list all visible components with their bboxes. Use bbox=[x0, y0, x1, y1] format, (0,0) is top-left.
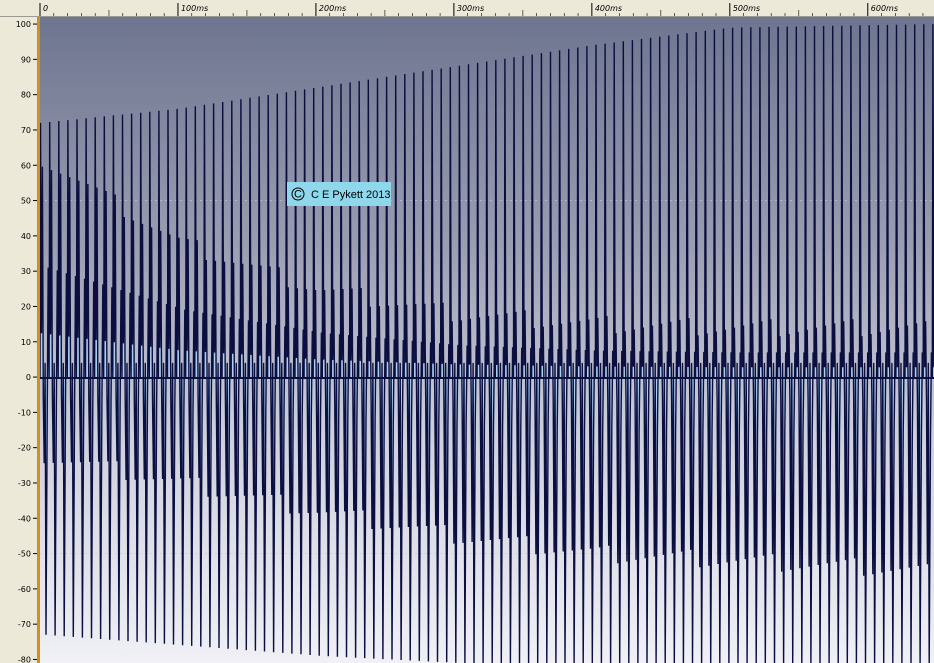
time-tick-label: 500ms bbox=[733, 4, 760, 13]
amplitude-tick-label: -30 bbox=[18, 479, 31, 488]
amplitude-tick-label: 0 bbox=[26, 373, 31, 382]
time-tick-label: 100ms bbox=[181, 4, 208, 13]
time-tick-label: 300ms bbox=[457, 4, 484, 13]
amplitude-tick-label: 40 bbox=[21, 232, 31, 241]
amplitude-ruler bbox=[0, 17, 38, 663]
copyright-symbol: C bbox=[294, 189, 302, 201]
copyright-text: C E Pykett 2013 bbox=[311, 189, 391, 201]
amplitude-tick-label: -80 bbox=[18, 655, 31, 663]
time-tick-label: 600ms bbox=[871, 4, 898, 13]
time-tick-label: 400ms bbox=[595, 4, 622, 13]
amplitude-tick-label: 20 bbox=[21, 302, 31, 311]
amplitude-tick-label: 90 bbox=[21, 55, 31, 64]
amplitude-tick-label: 30 bbox=[21, 267, 31, 276]
waveform-view[interactable]: 0 100ms 200ms 300ms 400ms 500ms 600ms 10090807… bbox=[0, 0, 934, 663]
amplitude-tick-label: -40 bbox=[18, 514, 31, 523]
amplitude-tick-label: -50 bbox=[18, 550, 31, 559]
amplitude-tick-label: -70 bbox=[18, 620, 31, 629]
time-tick-label: 200ms bbox=[319, 4, 346, 13]
amplitude-tick-label: 80 bbox=[21, 91, 31, 100]
time-tick-label: 0 bbox=[43, 4, 48, 13]
amplitude-tick-label: -60 bbox=[18, 585, 31, 594]
amplitude-tick-label: 70 bbox=[21, 126, 31, 135]
copyright-watermark: C C E Pykett 2013 bbox=[287, 182, 391, 206]
amplitude-tick-label: -20 bbox=[18, 444, 31, 453]
amplitude-tick-label: 10 bbox=[21, 338, 31, 347]
amplitude-tick-label: 50 bbox=[21, 197, 31, 206]
amplitude-tick-label: 60 bbox=[21, 161, 31, 170]
channel-color-bar bbox=[37, 17, 40, 663]
amplitude-tick-label: -10 bbox=[18, 408, 31, 417]
amplitude-tick-label: 100 bbox=[16, 20, 31, 29]
